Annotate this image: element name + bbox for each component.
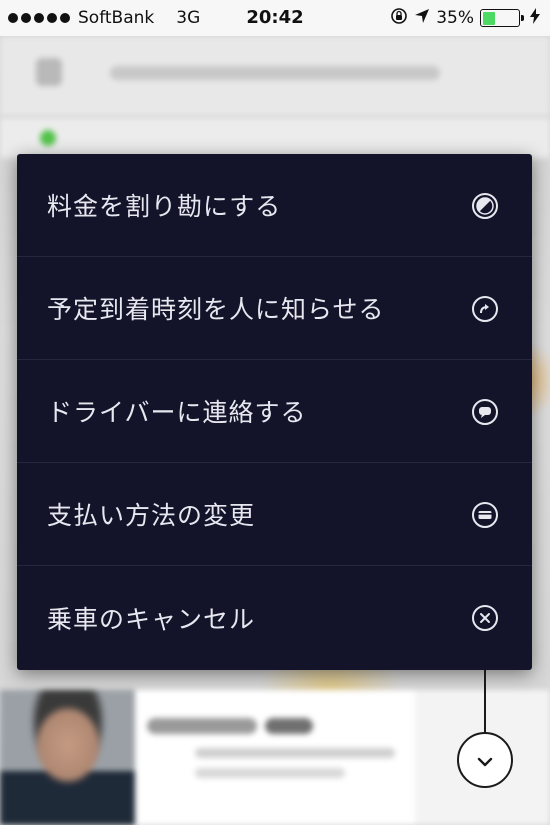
- collapse-menu-button[interactable]: [457, 732, 513, 788]
- menu-item-label: 予定到着時刻を人に知らせる: [47, 295, 385, 324]
- chevron-down-icon: [477, 757, 493, 767]
- message-bubble-icon: [470, 397, 500, 427]
- blurred-destination-bar: [0, 118, 550, 158]
- battery-percent: 35%: [436, 8, 474, 28]
- status-bar: SoftBank 3G 20:42 35%: [0, 0, 550, 36]
- menu-item-label: 料金を割り勘にする: [47, 192, 282, 221]
- location-arrow-icon: [414, 8, 430, 29]
- menu-item-change-payment[interactable]: 支払い方法の変更: [17, 463, 532, 566]
- blurred-header-bar: [0, 36, 550, 116]
- blurred-address-text: [110, 66, 440, 80]
- menu-item-cancel-ride[interactable]: 乗車のキャンセル: [17, 566, 532, 669]
- blurred-vehicle-text: [195, 748, 395, 758]
- split-fare-icon: [470, 191, 500, 221]
- share-eta-icon: [470, 294, 500, 324]
- blurred-driver-badge: [265, 718, 313, 734]
- rotation-lock-icon: [390, 7, 408, 30]
- menu-item-share-eta[interactable]: 予定到着時刻を人に知らせる: [17, 257, 532, 360]
- driver-info: [135, 690, 415, 825]
- blurred-green-dot-icon: [40, 130, 56, 146]
- cancel-x-icon: [470, 603, 500, 633]
- menu-connector-line: [484, 670, 486, 732]
- menu-item-label: 乗車のキャンセル: [47, 604, 256, 634]
- driver-photo: [0, 690, 135, 825]
- blurred-plate-text: [195, 768, 345, 778]
- ride-action-menu: 料金を割り勘にする 予定到着時刻を人に知らせる ドライバーに連絡する 支払い方法…: [17, 154, 532, 670]
- menu-item-label: ドライバーに連絡する: [47, 398, 307, 427]
- credit-card-icon: [470, 500, 500, 530]
- status-bar-right: 35%: [390, 0, 540, 36]
- blurred-pin-icon: [36, 58, 62, 86]
- menu-item-split-fare[interactable]: 料金を割り勘にする: [17, 154, 532, 257]
- menu-item-label: 支払い方法の変更: [47, 501, 256, 530]
- charging-bolt-icon: [530, 7, 540, 29]
- menu-item-contact-driver[interactable]: ドライバーに連絡する: [17, 360, 532, 463]
- blurred-driver-name: [147, 718, 257, 734]
- battery-fill: [482, 11, 495, 25]
- battery-icon: [480, 9, 524, 27]
